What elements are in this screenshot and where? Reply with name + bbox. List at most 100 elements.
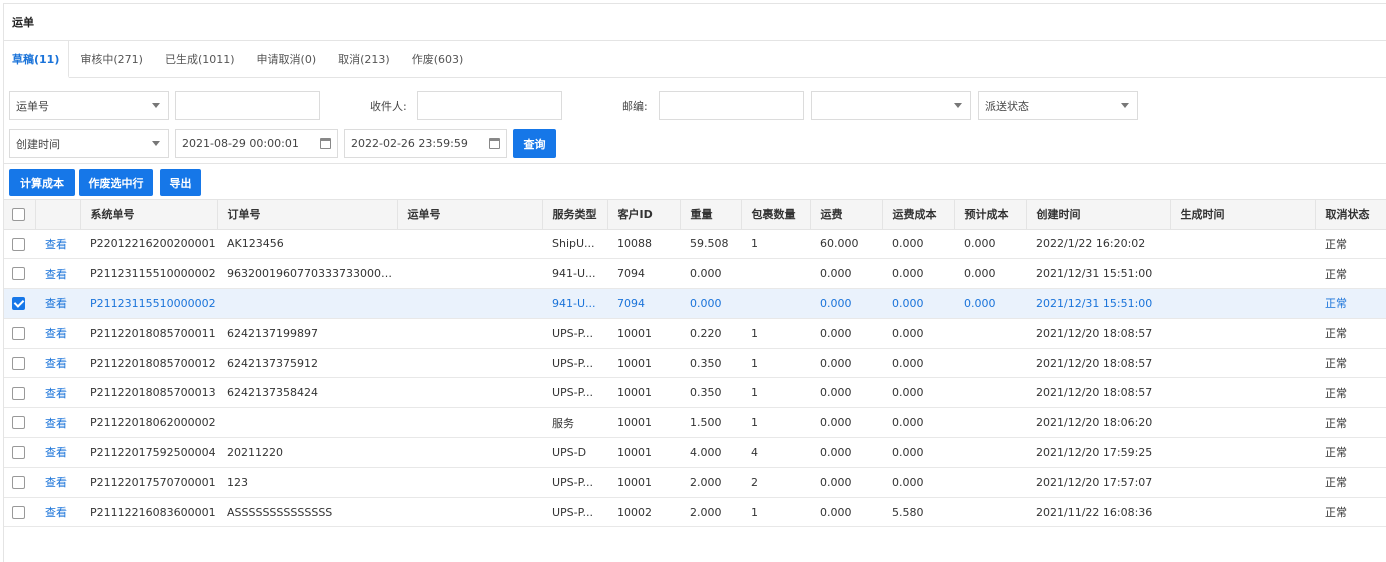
row-checkbox-cell[interactable]: [4, 497, 35, 528]
row-checkbox[interactable]: [12, 476, 25, 490]
row-checkbox[interactable]: [12, 267, 25, 281]
view-link[interactable]: 查看: [45, 357, 67, 370]
cell-order-no: 963200196077033373300050​6...: [217, 258, 397, 290]
cell-order-no: 6242137375912: [217, 348, 397, 379]
tab-5[interactable]: 作废(603): [401, 41, 475, 77]
column-header-order-no[interactable]: 订单号: [217, 200, 398, 230]
row-checkbox[interactable]: [12, 327, 25, 341]
table-row[interactable]: 查看 P22012216200200001 AK123456 ShipU... 1008…: [4, 229, 1386, 260]
cell-freight: 0.000: [810, 318, 882, 349]
cell-freight: 0.000: [810, 407, 882, 439]
tab-0[interactable]: 草稿(11): [4, 41, 70, 78]
select-all-checkbox[interactable]: [12, 208, 25, 221]
column-header-freight[interactable]: 运费: [810, 200, 883, 230]
calendar-icon: [489, 138, 500, 149]
cell-system-no: P22012216200200001: [80, 229, 217, 260]
cell-order-no: 6242137199897: [217, 318, 397, 349]
table-row[interactable]: 查看 P21122017570700001 123 UPS-P... 10001 2.00…: [4, 467, 1386, 498]
view-link[interactable]: 查看: [45, 238, 67, 251]
cell-estimated-cost: [954, 407, 1026, 439]
view-link[interactable]: 查看: [45, 476, 67, 489]
row-checkbox-cell[interactable]: [4, 318, 35, 349]
column-header-waybill-no[interactable]: 运单号: [397, 200, 543, 230]
row-checkbox[interactable]: [12, 446, 25, 460]
view-link[interactable]: 查看: [45, 327, 67, 340]
cell-order-no: [217, 288, 397, 319]
row-checkbox-cell[interactable]: [4, 467, 35, 498]
view-cell: 查看: [35, 497, 80, 528]
row-checkbox-cell[interactable]: [4, 258, 35, 290]
void-selected-button[interactable]: 作废选中行: [79, 169, 153, 196]
row-checkbox[interactable]: [12, 416, 25, 430]
tab-1[interactable]: 审核中(271): [69, 41, 154, 77]
cell-weight: 0.350: [680, 348, 741, 379]
end-date-picker[interactable]: 2022-02-26 23:59:59: [344, 129, 507, 158]
time-type-select[interactable]: 创建时间: [9, 129, 169, 158]
column-header-weight[interactable]: 重量: [680, 200, 742, 230]
action-bar: 计算成本 作废选中行 导出: [4, 164, 1386, 200]
row-checkbox[interactable]: [12, 386, 25, 400]
select-all-cell[interactable]: [4, 200, 36, 230]
table-row[interactable]: 查看 P21123115510000002 941-U... 7094 0.000 0.0…: [4, 288, 1386, 319]
column-header-service-type[interactable]: 服务类型: [542, 200, 608, 230]
tab-4[interactable]: 取消(213): [327, 41, 401, 77]
row-checkbox-cell[interactable]: [4, 377, 35, 409]
cell-freight: 0.000: [810, 348, 882, 379]
calc-cost-button[interactable]: 计算成本: [9, 169, 75, 196]
start-date-value: 2021-08-29 00:00:01: [182, 137, 299, 150]
cell-generated-time: [1170, 407, 1315, 439]
view-link[interactable]: 查看: [45, 417, 67, 430]
view-cell: 查看: [35, 407, 80, 439]
cell-system-no: P21123115510000002: [80, 258, 217, 290]
column-header-package-count[interactable]: 包裹数量: [741, 200, 811, 230]
table-row[interactable]: 查看 P21122018062000002 服务 10001 1.500 1 0.000 0.…: [4, 407, 1386, 439]
row-checkbox-cell[interactable]: [4, 288, 35, 319]
cell-customer-id: 7094: [607, 288, 680, 319]
view-link[interactable]: 查看: [45, 506, 67, 519]
row-checkbox-cell[interactable]: [4, 348, 35, 379]
column-header-created-time[interactable]: 创建时间: [1026, 200, 1171, 230]
table-row[interactable]: 查看 P21123115510000002 96320019607703337330…: [4, 258, 1386, 290]
tab-3[interactable]: 申请取消(0): [246, 41, 328, 77]
table-row[interactable]: 查看 P21122018085700011 6242137199897 UPS-P..…: [4, 318, 1386, 349]
table-row[interactable]: 查看 P21122018085700012 6242137375912 UPS-P..…: [4, 348, 1386, 379]
table-row[interactable]: 查看 P21112216083600001 ASSSSSSSSSSSSSS UPS-P…: [4, 497, 1386, 528]
zip-input[interactable]: [659, 91, 804, 120]
recipient-input[interactable]: [417, 91, 562, 120]
row-checkbox[interactable]: [12, 297, 25, 311]
column-header-cancel-status[interactable]: 取消状态: [1315, 200, 1386, 230]
cell-package-count: 1: [741, 497, 810, 528]
query-button[interactable]: 查询: [513, 129, 556, 158]
delivery-status-select[interactable]: 派送状态: [978, 91, 1138, 120]
view-link[interactable]: 查看: [45, 297, 67, 310]
cell-system-no: P21122018085700011: [80, 318, 217, 349]
row-checkbox[interactable]: [12, 505, 25, 519]
start-date-picker[interactable]: 2021-08-29 00:00:01: [175, 129, 338, 158]
tab-2[interactable]: 已生成(1011): [154, 41, 246, 77]
cell-freight-cost: 0.000: [882, 437, 954, 468]
extra-select[interactable]: [811, 91, 971, 120]
column-header-system-no[interactable]: 系统单号: [80, 200, 218, 230]
row-checkbox-cell[interactable]: [4, 229, 35, 260]
row-checkbox-cell[interactable]: [4, 407, 35, 439]
cell-freight-cost: 0.000: [882, 288, 954, 319]
row-checkbox[interactable]: [12, 356, 25, 370]
row-checkbox-cell[interactable]: [4, 437, 35, 468]
cell-weight: 0.000: [680, 258, 741, 290]
field-select[interactable]: 运单号: [9, 91, 169, 120]
column-header-customer-id[interactable]: 客户ID: [607, 200, 681, 230]
row-checkbox[interactable]: [12, 237, 25, 251]
column-header-generated-time[interactable]: 生成时间: [1170, 200, 1316, 230]
field-value-input[interactable]: [175, 91, 320, 120]
cell-system-no: P21122018085700013: [80, 377, 217, 409]
cell-freight: 0.000: [810, 497, 882, 528]
cell-estimated-cost: 0.000: [954, 229, 1026, 260]
export-button[interactable]: 导出: [160, 169, 201, 196]
table-row[interactable]: 查看 P21122018085700013 6242137358424 UPS-P..…: [4, 377, 1386, 409]
table-row[interactable]: 查看 P21122017592500004 20211220 UPS-D 10001 4.…: [4, 437, 1386, 468]
view-link[interactable]: 查看: [45, 387, 67, 400]
view-link[interactable]: 查看: [45, 446, 67, 459]
column-header-estimated-cost[interactable]: 预计成本: [954, 200, 1027, 230]
column-header-freight-cost[interactable]: 运费成本: [882, 200, 955, 230]
view-link[interactable]: 查看: [45, 268, 67, 281]
